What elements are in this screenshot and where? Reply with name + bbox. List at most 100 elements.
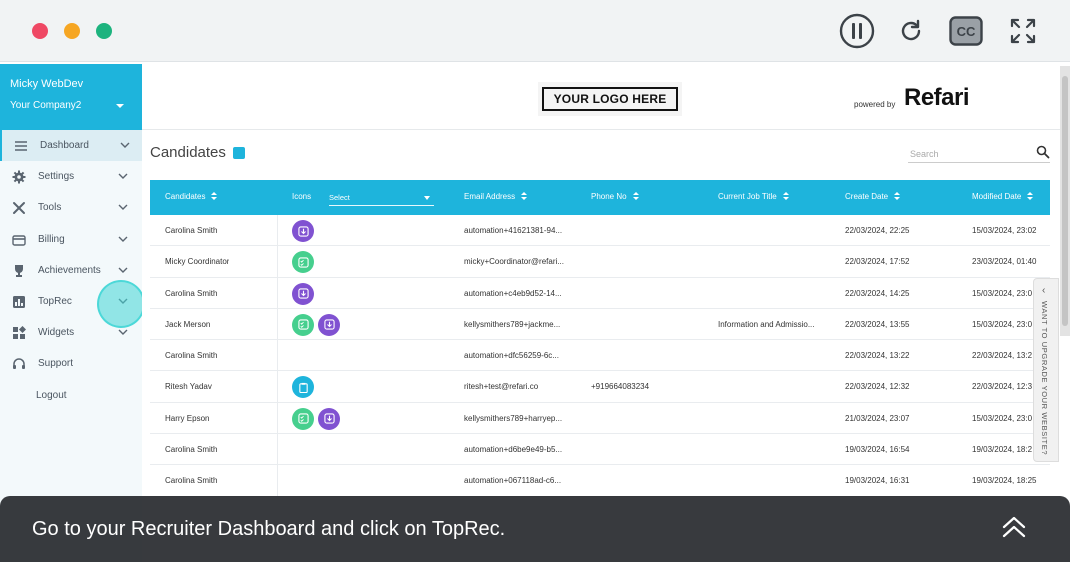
sidebar-item-support[interactable]: Support xyxy=(0,348,142,379)
sidebar-item-label: Support xyxy=(38,358,74,370)
table-row[interactable]: Harry Epson kellysmithers789+harryep... … xyxy=(150,402,1050,435)
caption-text: Go to your Recruiter Dashboard and click… xyxy=(32,518,506,540)
candidate-name[interactable]: Carolina Smith xyxy=(165,226,217,235)
search-field[interactable] xyxy=(908,144,1050,163)
candidate-modified-date: 22/03/2024, 12:3 xyxy=(972,382,1033,392)
company-selector[interactable]: Your Company2 xyxy=(10,100,132,111)
info-icon[interactable] xyxy=(232,146,245,159)
candidate-name[interactable]: Carolina Smith xyxy=(165,351,217,360)
upgrade-website-tab[interactable]: ‹ WANT TO UPGRADE YOUR WEBSITE? xyxy=(1033,278,1059,462)
candidate-create-date: 22/03/2024, 22:25 xyxy=(845,226,910,235)
sort-icon xyxy=(1027,192,1034,201)
download-icon[interactable] xyxy=(318,313,340,336)
clipboard-icon[interactable] xyxy=(292,376,314,399)
column-label: Candidates xyxy=(165,192,206,201)
sidebar-item-dashboard[interactable]: Dashboard xyxy=(0,130,142,162)
table-row[interactable]: Carolina Smith automation+c4eb9d52-14...… xyxy=(150,277,1050,309)
candidate-email: micky+Coordinator@refari... xyxy=(464,257,564,267)
tools-icon xyxy=(13,202,25,215)
close-window-button[interactable] xyxy=(32,23,48,39)
candidate-name[interactable]: Jack Merson xyxy=(165,320,210,329)
table-row[interactable]: Micky Coordinator micky+Coordinator@refa… xyxy=(150,246,1050,278)
sidebar-item-billing[interactable]: Billing xyxy=(0,224,142,255)
download-icon[interactable] xyxy=(318,407,340,430)
logo-text: YOUR LOGO HERE xyxy=(541,87,679,111)
checklist-icon[interactable] xyxy=(292,313,314,336)
pause-icon xyxy=(839,13,875,49)
candidate-phone: +919664083234 xyxy=(591,382,650,392)
candidate-icons xyxy=(277,402,340,434)
sidebar-item-label: Tools xyxy=(38,202,62,214)
search-icon[interactable] xyxy=(1036,145,1050,159)
candidate-name[interactable]: Carolina Smith xyxy=(165,476,217,485)
candidate-name[interactable]: Carolina Smith xyxy=(165,289,217,298)
sidebar-item-label: Settings xyxy=(38,171,75,183)
candidate-modified-date: 23/03/2024, 01:40 xyxy=(972,257,1037,267)
candidate-create-date: 22/03/2024, 12:32 xyxy=(845,382,910,392)
candidate-icons xyxy=(277,340,292,372)
cc-label: CC xyxy=(956,23,976,39)
sidebar-item-logout[interactable]: Logout xyxy=(0,380,142,411)
expand-up-icon[interactable] xyxy=(1002,516,1026,538)
maximize-window-button[interactable] xyxy=(96,23,112,39)
candidate-icons xyxy=(277,215,314,246)
checklist-icon[interactable] xyxy=(292,407,314,430)
candidate-email: automation+c4eb9d52-14... xyxy=(464,288,562,298)
column-header-modified-date[interactable]: Modified Date xyxy=(972,192,1034,201)
sidebar-item-settings[interactable]: Settings xyxy=(0,161,142,192)
column-header-job-title[interactable]: Current Job Title xyxy=(718,192,789,201)
sidebar-item-label: Achievements xyxy=(38,264,101,276)
table-row[interactable]: Carolina Smith automation+dfc56259-6c...… xyxy=(150,340,1050,372)
download-icon[interactable] xyxy=(292,220,314,242)
sidebar-item-label: TopRec xyxy=(38,296,72,308)
candidate-name[interactable]: Harry Epson xyxy=(165,414,209,423)
sidebar-item-label: Logout xyxy=(36,389,67,401)
sort-icon xyxy=(632,192,639,201)
table-row[interactable]: Carolina Smith automation+067118ad-c6...… xyxy=(150,465,1050,497)
user-name: Micky WebDev xyxy=(10,78,84,90)
brand-header: YOUR LOGO HERE powered by Refari xyxy=(142,64,1060,130)
pause-button[interactable] xyxy=(839,13,875,49)
chevron-down-icon xyxy=(118,329,128,336)
closed-captions-button[interactable]: CC xyxy=(948,13,984,49)
candidate-icons xyxy=(277,308,340,340)
powered-by-label: powered by xyxy=(854,100,896,109)
candidate-create-date: 22/03/2024, 17:52 xyxy=(845,257,910,267)
column-header-create-date[interactable]: Create Date xyxy=(845,192,901,201)
click-highlight xyxy=(97,280,145,328)
tutorial-caption: Go to your Recruiter Dashboard and click… xyxy=(0,496,1070,562)
chevron-down-icon xyxy=(118,236,128,242)
candidate-email: ritesh+test@refari.co xyxy=(464,382,539,392)
column-header-email[interactable]: Email Address xyxy=(464,192,528,201)
candidate-modified-date: 19/03/2024, 18:2 xyxy=(972,445,1033,455)
table-row[interactable]: Carolina Smith automation+d6be9e49-b5...… xyxy=(150,434,1050,466)
minimize-window-button[interactable] xyxy=(64,23,80,39)
table-row[interactable]: Carolina Smith automation+41621381-94...… xyxy=(150,215,1050,247)
candidate-modified-date: 15/03/2024, 23:0 xyxy=(972,413,1033,423)
icons-filter-select[interactable]: Select xyxy=(329,188,434,206)
page-scrollbar[interactable] xyxy=(1060,66,1070,336)
scrollbar-thumb[interactable] xyxy=(1062,76,1068,326)
candidate-icons xyxy=(277,246,314,278)
fullscreen-button[interactable] xyxy=(1005,13,1041,49)
gear-icon xyxy=(12,170,26,184)
table-row[interactable]: Jack Merson kellysmithers789+jackme... I… xyxy=(150,308,1050,341)
chevron-down-icon xyxy=(120,142,130,148)
column-header-candidates[interactable]: Candidates xyxy=(165,192,218,201)
candidate-name[interactable]: Micky Coordinator xyxy=(165,257,229,266)
sidebar-item-label: Widgets xyxy=(38,327,75,339)
sort-icon xyxy=(521,192,528,201)
candidate-name[interactable]: Ritesh Yadav xyxy=(165,382,212,391)
download-icon[interactable] xyxy=(292,282,314,305)
checklist-icon[interactable] xyxy=(292,251,314,274)
column-label: Email Address xyxy=(464,192,516,201)
column-header-phone[interactable]: Phone No xyxy=(591,192,639,201)
candidate-icons xyxy=(277,465,292,497)
search-input[interactable] xyxy=(908,146,1028,159)
table-row[interactable]: Ritesh Yadav ritesh+test@refari.co +9196… xyxy=(150,371,1050,403)
candidate-name[interactable]: Carolina Smith xyxy=(165,445,217,454)
sidebar-item-tools[interactable]: Tools xyxy=(0,192,142,223)
candidate-job-title: Information and Admissio... xyxy=(718,319,815,329)
replay-button[interactable] xyxy=(893,13,929,49)
candidate-email: automation+41621381-94... xyxy=(464,226,563,235)
